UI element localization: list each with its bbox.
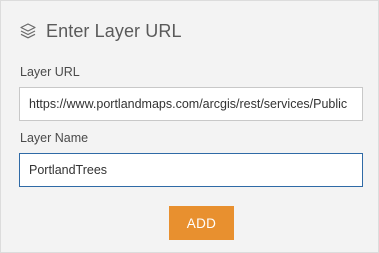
add-button[interactable]: ADD xyxy=(169,206,234,240)
layer-url-input[interactable] xyxy=(19,87,363,121)
layer-url-label: Layer URL xyxy=(20,65,80,79)
layer-name-label: Layer Name xyxy=(20,131,89,145)
add-layer-url-panel: Enter Layer URL Layer URL Layer Name ADD xyxy=(0,0,379,253)
panel-header: Enter Layer URL xyxy=(19,18,182,44)
panel-title: Enter Layer URL xyxy=(46,20,182,41)
layer-name-input[interactable] xyxy=(19,153,363,187)
layers-icon xyxy=(19,22,37,40)
